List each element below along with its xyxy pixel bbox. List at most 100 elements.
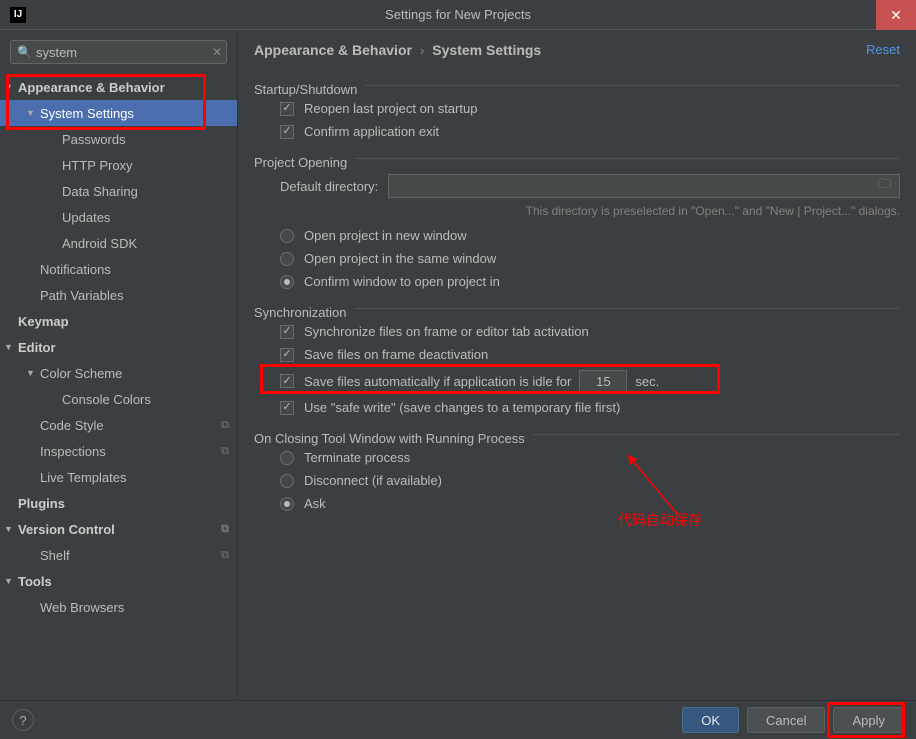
checkbox-icon [280, 125, 294, 139]
copy-icon: ⧉ [221, 549, 229, 562]
checkbox-label: Reopen last project on startup [304, 101, 477, 116]
tree-http-proxy[interactable]: HTTP Proxy [0, 152, 237, 178]
app-icon: IJ [10, 7, 26, 23]
checkbox-label: Save files on frame deactivation [304, 347, 488, 362]
chevron-down-icon: ▼ [4, 576, 16, 586]
radio-icon [280, 252, 294, 266]
tree-label: Notifications [40, 262, 111, 277]
default-directory-label: Default directory: [280, 179, 378, 194]
help-button[interactable]: ? [12, 709, 34, 731]
radio-ask[interactable]: Ask [254, 492, 900, 515]
search-box[interactable]: 🔍 ✕ [10, 40, 227, 64]
checkbox-icon [280, 325, 294, 339]
apply-button[interactable]: Apply [833, 707, 904, 733]
radio-label: Confirm window to open project in [304, 274, 500, 289]
chevron-down-icon: ▼ [26, 108, 38, 118]
chevron-down-icon: ▼ [26, 368, 38, 378]
tree-version-control[interactable]: ▼Version Control ⧉ [0, 516, 237, 542]
search-input[interactable] [36, 45, 212, 60]
folder-icon[interactable]: 🗀 [870, 175, 899, 197]
breadcrumb-parent: Appearance & Behavior [254, 42, 412, 58]
tree-tools[interactable]: ▼Tools [0, 568, 237, 594]
tree-label: Editor [18, 340, 56, 355]
checkbox-safe-write[interactable]: Use "safe write" (save changes to a temp… [254, 396, 900, 419]
tree-label: Color Scheme [40, 366, 122, 381]
tree-label: Keymap [18, 314, 69, 329]
idle-unit-label: sec. [635, 374, 659, 389]
tree-label: Inspections [40, 444, 106, 459]
tree-label: Appearance & Behavior [18, 80, 165, 95]
tree-label: System Settings [40, 106, 134, 121]
tree-label: Web Browsers [40, 600, 124, 615]
cancel-button[interactable]: Cancel [747, 707, 825, 733]
checkbox-icon [280, 401, 294, 415]
default-directory-input[interactable]: 🗀 [388, 174, 900, 198]
settings-sidebar: 🔍 ✕ ▼Appearance & Behavior ▼System Setti… [0, 30, 238, 700]
tree-label: Data Sharing [62, 184, 138, 199]
tree-label: Shelf [40, 548, 70, 563]
tree-system-settings[interactable]: ▼System Settings [0, 100, 237, 126]
separator [365, 85, 900, 86]
radio-terminate[interactable]: Terminate process [254, 446, 900, 469]
tree-label: Passwords [62, 132, 126, 147]
tree-label: HTTP Proxy [62, 158, 133, 173]
tree-notifications[interactable]: Notifications [0, 256, 237, 282]
radio-icon [280, 229, 294, 243]
radio-confirm-window[interactable]: Confirm window to open project in [254, 270, 900, 293]
checkbox-icon [280, 348, 294, 362]
tree-updates[interactable]: Updates [0, 204, 237, 230]
radio-label: Terminate process [304, 450, 410, 465]
tree-color-scheme[interactable]: ▼Color Scheme [0, 360, 237, 386]
tree-console-colors[interactable]: Console Colors [0, 386, 237, 412]
tree-appearance-behavior[interactable]: ▼Appearance & Behavior [0, 74, 237, 100]
separator [355, 308, 901, 309]
radio-icon [280, 451, 294, 465]
tree-path-variables[interactable]: Path Variables [0, 282, 237, 308]
reset-link[interactable]: Reset [866, 42, 900, 57]
radio-label: Ask [304, 496, 326, 511]
checkbox-label: Save files automatically if application … [304, 374, 571, 389]
tree-passwords[interactable]: Passwords [0, 126, 237, 152]
copy-icon: ⧉ [221, 445, 229, 458]
tree-plugins[interactable]: Plugins [0, 490, 237, 516]
tree-data-sharing[interactable]: Data Sharing [0, 178, 237, 204]
close-button[interactable]: ✕ [876, 0, 916, 30]
radio-open-same-window[interactable]: Open project in the same window [254, 247, 900, 270]
breadcrumb: Appearance & Behavior › System Settings [238, 30, 916, 66]
checkbox-label: Confirm application exit [304, 124, 439, 139]
tree-keymap[interactable]: Keymap [0, 308, 237, 334]
tree-code-style[interactable]: Code Style⧉ [0, 412, 237, 438]
tree-label: Version Control [18, 522, 115, 537]
ok-button[interactable]: OK [682, 707, 739, 733]
settings-main: Appearance & Behavior › System Settings … [238, 30, 916, 700]
radio-label: Disconnect (if available) [304, 473, 442, 488]
tree-editor[interactable]: ▼Editor [0, 334, 237, 360]
radio-disconnect[interactable]: Disconnect (if available) [254, 469, 900, 492]
tree-label: Tools [18, 574, 52, 589]
clear-search-icon[interactable]: ✕ [212, 45, 222, 59]
tree-web-browsers[interactable]: Web Browsers [0, 594, 237, 620]
section-closing: On Closing Tool Window with Running Proc… [254, 431, 525, 446]
tree-shelf[interactable]: Shelf ⧉ [0, 542, 237, 568]
checkbox-save-idle[interactable]: Save files automatically if application … [254, 366, 900, 396]
chevron-down-icon: ▼ [4, 342, 16, 352]
tree-label: Console Colors [62, 392, 151, 407]
checkbox-reopen-last[interactable]: Reopen last project on startup [254, 97, 900, 120]
checkbox-icon [280, 374, 294, 388]
separator [533, 434, 900, 435]
checkbox-sync-frame[interactable]: Synchronize files on frame or editor tab… [254, 320, 900, 343]
settings-content: Startup/Shutdown Reopen last project on … [238, 66, 916, 515]
checkbox-confirm-exit[interactable]: Confirm application exit [254, 120, 900, 143]
radio-open-new-window[interactable]: Open project in new window [254, 224, 900, 247]
idle-seconds-input[interactable] [579, 370, 627, 392]
checkbox-save-deactivation[interactable]: Save files on frame deactivation [254, 343, 900, 366]
tree-live-templates[interactable]: Live Templates [0, 464, 237, 490]
chevron-down-icon: ▼ [4, 524, 16, 534]
settings-tree: ▼Appearance & Behavior ▼System Settings … [0, 74, 237, 700]
copy-icon: ⧉ [221, 419, 229, 432]
tree-inspections[interactable]: Inspections ⧉ [0, 438, 237, 464]
copy-icon: ⧉ [221, 523, 229, 536]
tree-android-sdk[interactable]: Android SDK [0, 230, 237, 256]
section-startup: Startup/Shutdown [254, 82, 357, 97]
tree-label: Live Templates [40, 470, 126, 485]
